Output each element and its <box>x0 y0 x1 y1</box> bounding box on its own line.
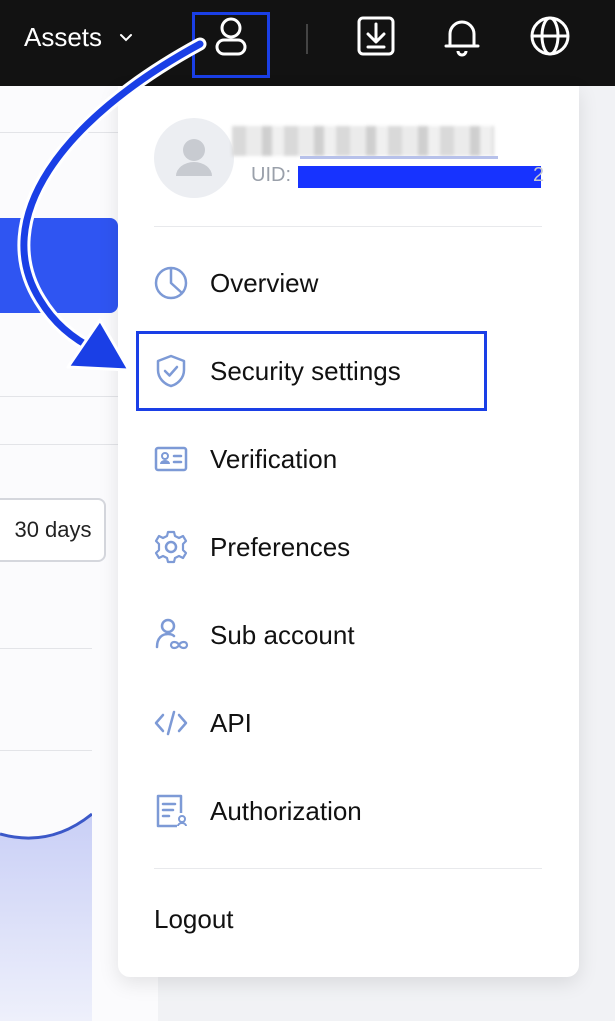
menu-item-overview[interactable]: Overview <box>138 253 558 313</box>
assets-menu[interactable]: Assets <box>24 22 134 53</box>
avatar-user-icon <box>176 139 212 176</box>
download-icon[interactable] <box>354 14 398 58</box>
user-icon-highlight <box>192 12 270 78</box>
chevron-down-icon <box>120 33 133 41</box>
menu-item-label: API <box>210 707 252 738</box>
background-chart-curve <box>0 812 92 1021</box>
account-dropdown-menu: UID: 2 Overview Security settings Verifi… <box>118 86 579 977</box>
menu-item-label: Sub account <box>210 619 355 650</box>
menu-item-label: Overview <box>210 267 319 298</box>
menu-item-api[interactable]: API <box>138 693 558 753</box>
username-underline <box>300 156 498 159</box>
id-card-icon <box>154 446 188 472</box>
background-primary-button[interactable] <box>0 218 118 313</box>
uid-redacted <box>298 166 541 188</box>
avatar <box>154 118 234 198</box>
menu-divider-bottom <box>154 868 542 869</box>
authorization-icon <box>156 794 187 828</box>
security-settings-highlight <box>136 331 487 411</box>
date-range-label: 30 days <box>14 517 92 542</box>
globe-icon[interactable] <box>528 14 572 58</box>
topbar-divider <box>306 24 308 54</box>
menu-item-authorization[interactable]: Authorization <box>138 781 558 841</box>
menu-item-label: Authorization <box>210 795 362 826</box>
sub-account-icon <box>155 618 189 650</box>
assets-label: Assets <box>24 22 103 52</box>
top-nav-bar: Assets <box>0 0 615 86</box>
menu-item-verification[interactable]: Verification <box>138 429 558 489</box>
menu-item-label: Verification <box>210 443 338 474</box>
menu-item-label: Preferences <box>210 531 351 562</box>
pie-chart-icon <box>154 266 188 300</box>
username-redacted <box>232 126 494 156</box>
code-icon <box>154 710 188 736</box>
gear-icon <box>154 530 188 564</box>
uid-label: UID: <box>251 164 291 186</box>
date-range-button[interactable]: 30 days <box>0 498 106 562</box>
logout-button[interactable]: Logout <box>154 904 234 935</box>
menu-item-sub-account[interactable]: Sub account <box>138 605 558 665</box>
uid-tail: 2 <box>533 164 545 186</box>
menu-divider-top <box>154 226 542 227</box>
bell-icon[interactable] <box>440 14 484 58</box>
menu-item-preferences[interactable]: Preferences <box>138 517 558 577</box>
